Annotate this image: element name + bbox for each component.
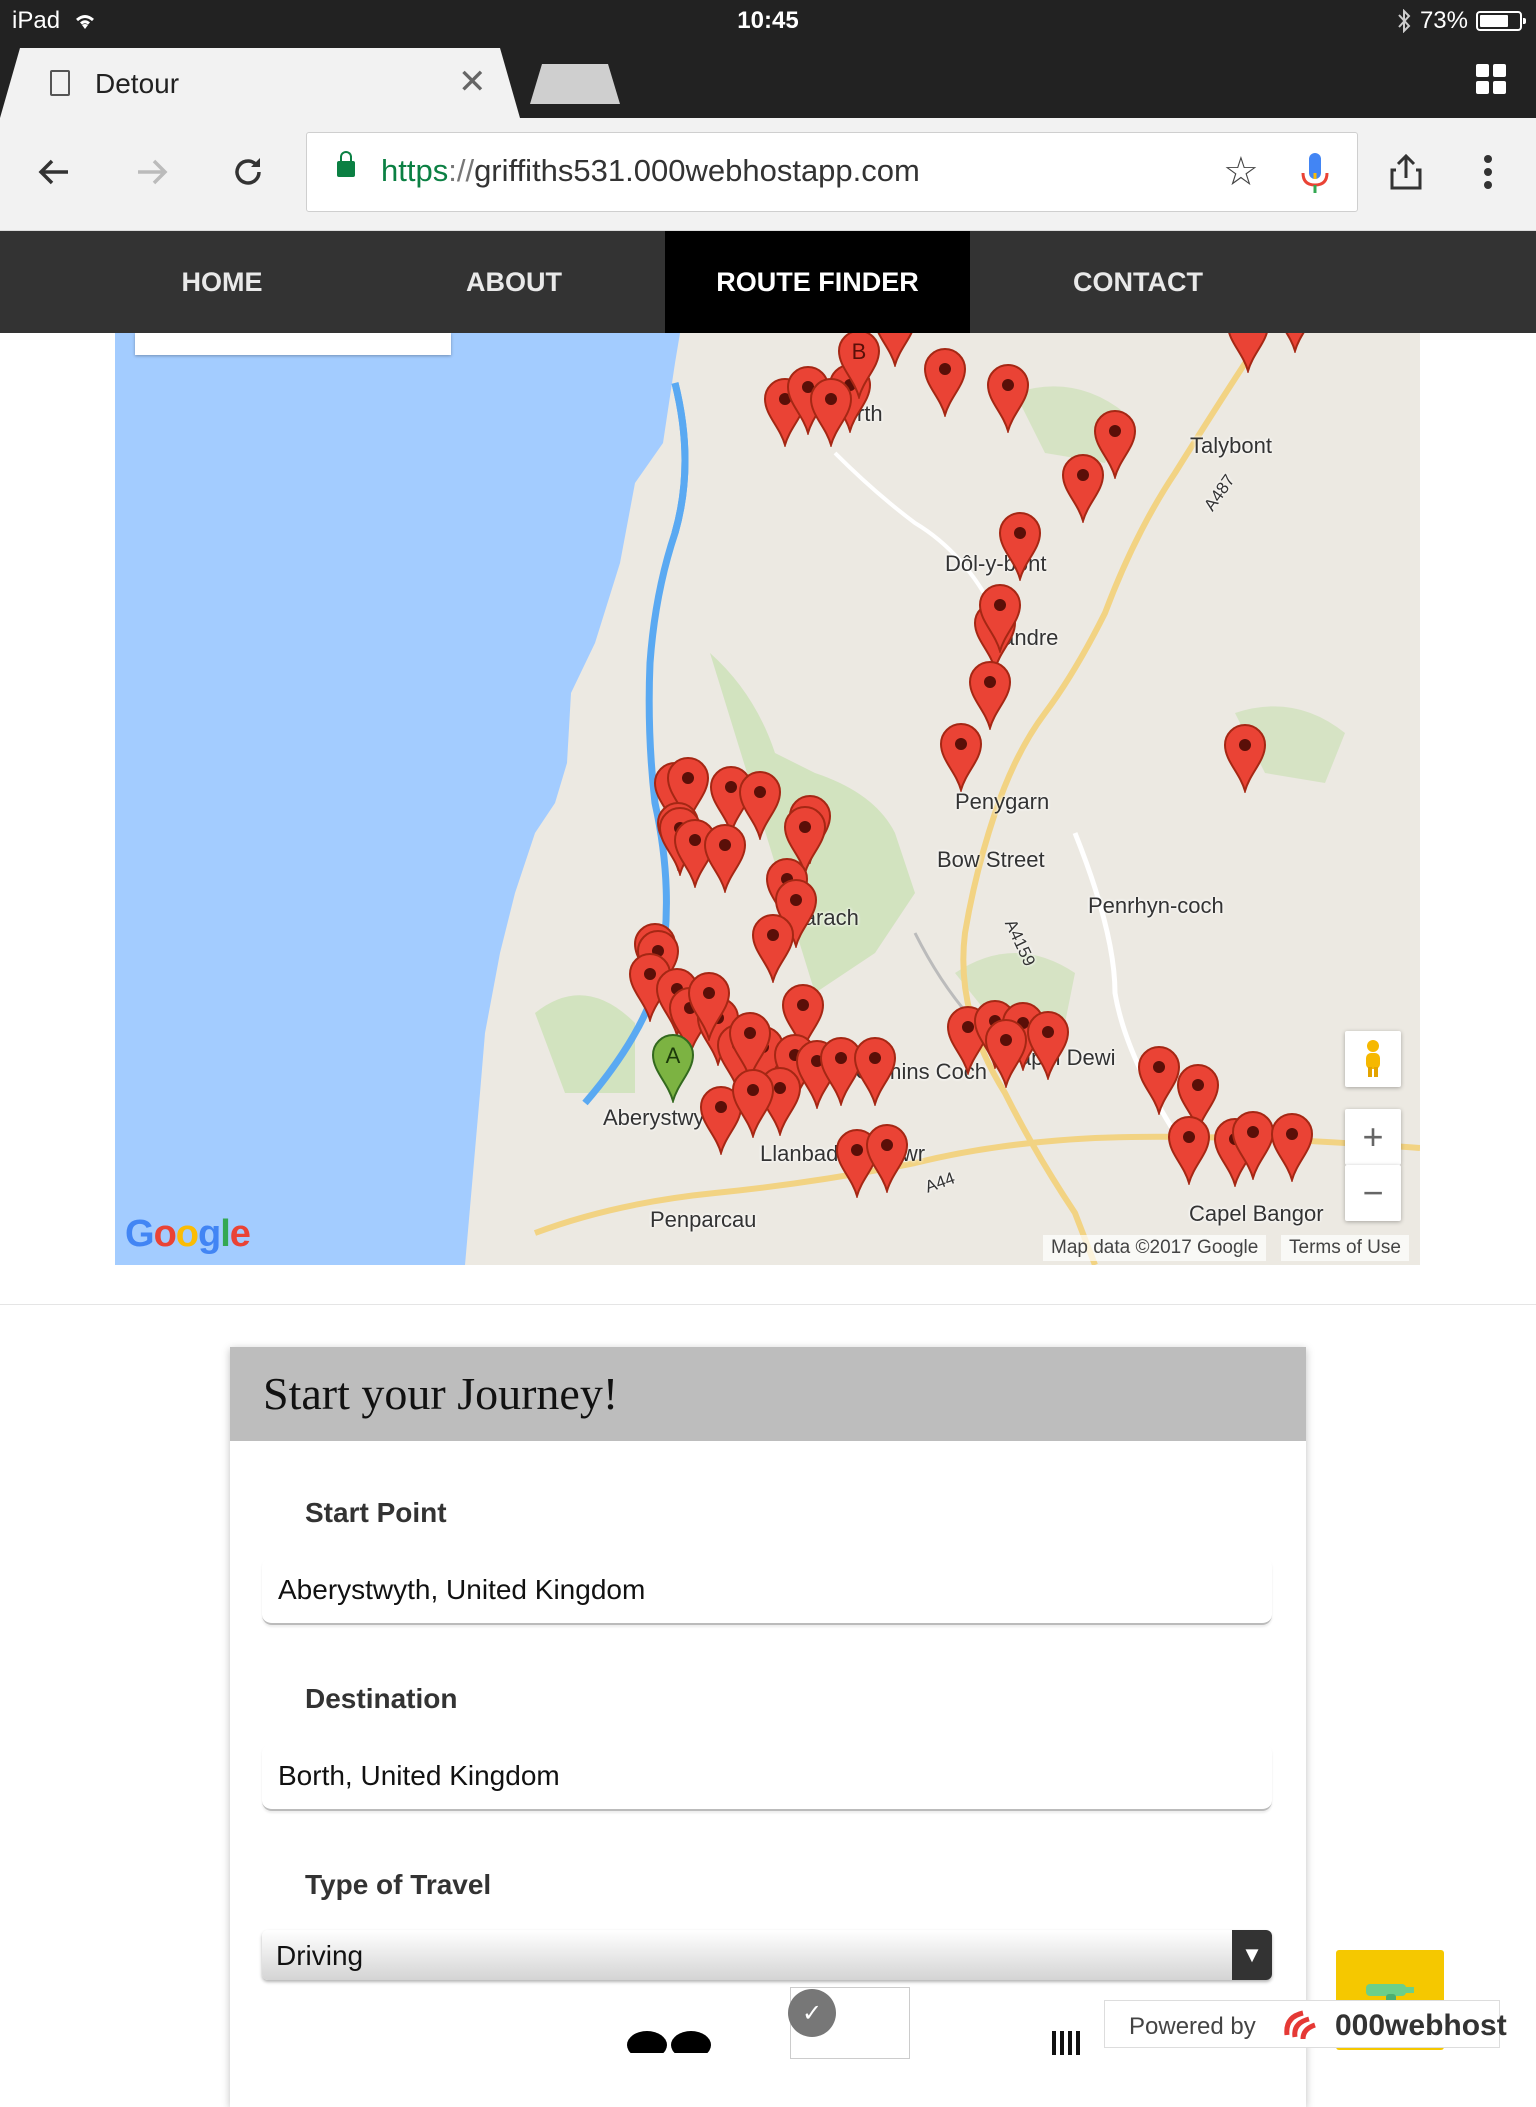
map-marker[interactable] xyxy=(923,347,967,417)
map-label: Penygarn xyxy=(955,789,1050,814)
map-marker[interactable] xyxy=(1026,1010,1070,1080)
map-marker[interactable] xyxy=(978,583,1022,653)
map-marker[interactable] xyxy=(853,1036,897,1106)
start-point-label: Start Point xyxy=(305,1497,447,1528)
menu-icon[interactable] xyxy=(1460,144,1516,200)
back-icon[interactable] xyxy=(26,144,82,200)
check-badge-icon: ✓ xyxy=(788,1989,836,2037)
site-navigation: HOME ABOUT ROUTE FINDER CONTACT xyxy=(0,231,1536,333)
powered-by-brand: 000webhost xyxy=(1335,2009,1507,2042)
map-label: Bow Street xyxy=(937,847,1045,872)
tab-close-icon[interactable]: ✕ xyxy=(458,62,487,102)
nav-contact[interactable]: CONTACT xyxy=(1040,231,1236,333)
street-view-pegman-icon[interactable] xyxy=(1345,1031,1401,1087)
address-bar[interactable]: https://griffiths531.000webhostapp.com ☆ xyxy=(306,132,1358,212)
destination-label: Destination xyxy=(305,1683,458,1714)
map-marker[interactable] xyxy=(1273,333,1317,353)
bookmark-star-icon[interactable]: ☆ xyxy=(1223,149,1259,195)
page-icon xyxy=(50,70,70,96)
map-attribution: Map data ©2017 Google xyxy=(1043,1235,1267,1261)
zoom-in-button[interactable]: + xyxy=(1345,1109,1401,1165)
dropdown-arrow-icon: ▼ xyxy=(1232,1930,1272,1980)
travel-type-value: Driving xyxy=(276,1940,364,1971)
share-icon[interactable] xyxy=(1378,144,1434,200)
map-marker[interactable] xyxy=(731,1068,775,1138)
start-point-input[interactable] xyxy=(262,1557,1272,1625)
map-type-control[interactable] xyxy=(135,333,451,355)
map-marker[interactable] xyxy=(998,511,1042,581)
map-marker[interactable] xyxy=(751,913,795,983)
map-label: Talybont xyxy=(1190,433,1272,458)
forward-icon[interactable] xyxy=(124,144,180,200)
map-marker[interactable] xyxy=(1223,723,1267,793)
destination-marker[interactable]: B xyxy=(837,333,881,399)
terms-of-use-link[interactable]: Terms of Use xyxy=(1281,1235,1409,1261)
powered-by-badge[interactable]: Powered by 000webhost xyxy=(1104,2000,1507,2048)
nav-about[interactable]: ABOUT xyxy=(424,231,604,333)
reload-icon[interactable] xyxy=(220,144,276,200)
map-marker[interactable] xyxy=(1226,333,1270,373)
clock: 10:45 xyxy=(737,7,799,34)
map-marker[interactable] xyxy=(1061,453,1105,523)
bars-icon xyxy=(1052,2031,1080,2055)
map-marker[interactable] xyxy=(986,363,1030,433)
destination-input[interactable] xyxy=(262,1743,1272,1811)
form-title: Start your Journey! xyxy=(263,1368,619,1419)
google-logo: Google xyxy=(125,1213,251,1255)
map-marker[interactable] xyxy=(1167,1115,1211,1185)
zoom-out-button[interactable]: − xyxy=(1345,1165,1401,1221)
battery-icon xyxy=(1476,11,1526,31)
map-marker[interactable] xyxy=(865,1123,909,1193)
map-marker[interactable] xyxy=(968,660,1012,730)
browser-toolbar: https://griffiths531.000webhostapp.com ☆ xyxy=(0,118,1536,231)
browser-tab-active[interactable]: Detour ✕ xyxy=(0,48,520,118)
new-tab-button[interactable] xyxy=(530,64,620,104)
route-map[interactable]: Borth Talybont Dôl-y-bont Llandre Penyga… xyxy=(115,333,1420,1265)
powered-by-text: Powered by xyxy=(1129,2013,1256,2040)
tab-switcher-icon[interactable] xyxy=(1476,64,1506,94)
map-marker[interactable] xyxy=(984,1018,1028,1088)
lock-icon xyxy=(337,151,355,177)
map-label: Capel Bangor xyxy=(1189,1201,1324,1226)
svg-text:A: A xyxy=(666,1043,681,1068)
journey-form: Start your Journey! Start Point Destinat… xyxy=(230,1347,1306,2107)
bluetooth-icon xyxy=(1398,9,1411,33)
battery-percent: 73% xyxy=(1419,7,1468,34)
map-marker[interactable] xyxy=(703,823,747,893)
travel-type-label: Type of Travel xyxy=(305,1869,492,1900)
nav-home[interactable]: HOME xyxy=(138,231,306,333)
tab-title: Detour xyxy=(95,68,180,99)
000webhost-logo-icon xyxy=(1284,2010,1316,2040)
map-label: Penparcau xyxy=(650,1207,757,1232)
map-marker[interactable] xyxy=(1270,1112,1314,1182)
origin-marker[interactable]: A xyxy=(651,1033,695,1103)
map-marker[interactable] xyxy=(1137,1045,1181,1115)
nav-route-finder[interactable]: ROUTE FINDER xyxy=(665,231,970,333)
url-text[interactable]: https://griffiths531.000webhostapp.com xyxy=(381,153,920,189)
travel-type-select[interactable]: Driving ▼ xyxy=(262,1930,1272,1980)
svg-text:B: B xyxy=(852,339,867,364)
map-label: Penrhyn-coch xyxy=(1088,893,1224,918)
ios-status-bar: iPad 10:45 73% xyxy=(0,0,1536,42)
microphone-icon[interactable] xyxy=(1295,151,1335,197)
partial-icon xyxy=(627,2031,711,2053)
map-marker[interactable] xyxy=(939,722,983,792)
map-marker[interactable] xyxy=(1231,1110,1275,1180)
browser-tab-strip: Detour ✕ xyxy=(0,42,1536,118)
section-divider xyxy=(0,1304,1536,1305)
